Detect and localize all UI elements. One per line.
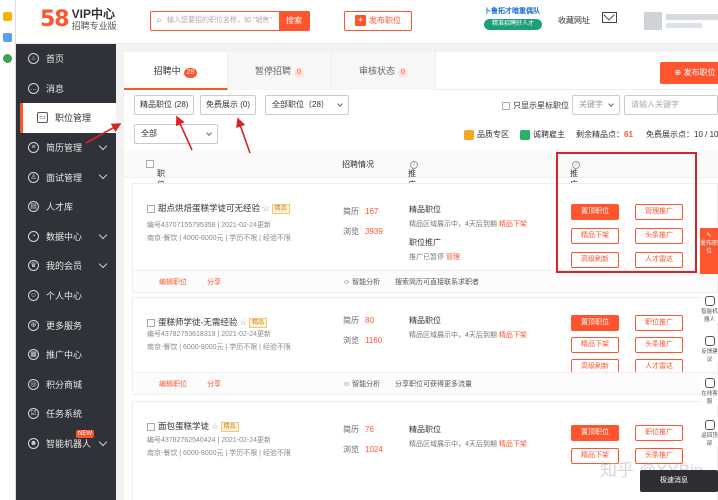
arrow-up-icon bbox=[704, 420, 715, 430]
feedback-icon bbox=[704, 336, 715, 346]
float-service[interactable]: 在线客服 bbox=[701, 376, 718, 405]
annotation-arrows bbox=[85, 115, 251, 154]
float-robot[interactable]: 智能机器人 bbox=[701, 294, 718, 323]
float-back-top[interactable]: 返回顶部 bbox=[701, 418, 718, 447]
headset-icon bbox=[704, 378, 715, 388]
float-post-job[interactable]: ✎ 发布职位 bbox=[700, 228, 718, 274]
robot-icon bbox=[704, 296, 715, 306]
speed-message-bar[interactable]: 极速消息 bbox=[640, 470, 718, 492]
float-feedback[interactable]: 反馈建议 bbox=[701, 334, 718, 363]
